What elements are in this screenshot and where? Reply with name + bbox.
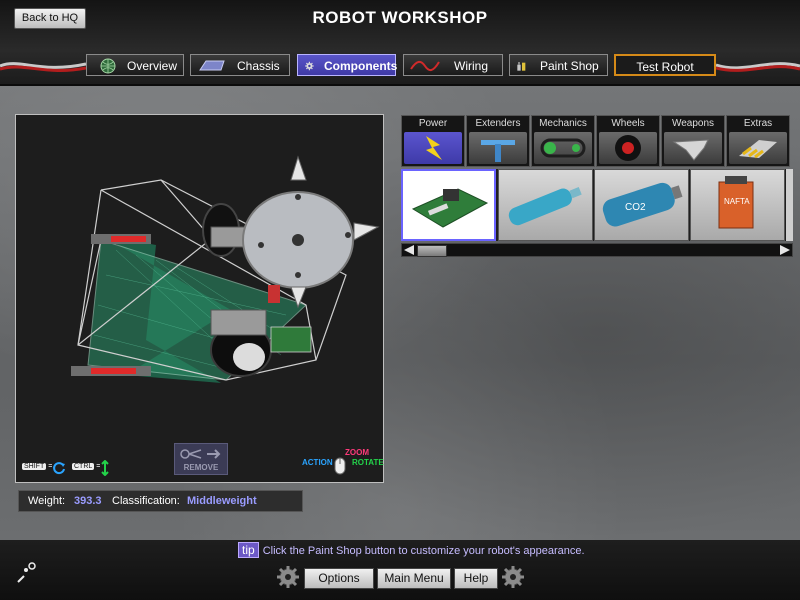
part-item-co2-tank[interactable]: CO2: [594, 169, 689, 241]
co2-tank-icon: CO2: [602, 182, 683, 227]
category-label: Wheels: [611, 118, 645, 129]
category-power[interactable]: Power: [401, 115, 465, 167]
loading-dots-icon: [17, 562, 36, 583]
tab-label: Paint Shop: [540, 59, 599, 73]
battery-box-icon: NAFTA: [718, 176, 754, 229]
tab-paint-shop[interactable]: Paint Shop: [509, 54, 608, 76]
main-menu-button[interactable]: Main Menu: [377, 568, 451, 589]
mouse-icon: [334, 457, 346, 475]
tab-label: Test Robot: [636, 60, 694, 74]
tip-badge: tip: [238, 542, 259, 558]
category-wheels[interactable]: Wheels: [596, 115, 660, 167]
weight-value: 393.3: [74, 495, 102, 507]
tab-wiring[interactable]: Wiring: [403, 54, 503, 76]
tab-overview[interactable]: Overview: [86, 54, 184, 76]
category-label: Extras: [743, 118, 773, 129]
remove-button[interactable]: REMOVE: [174, 443, 228, 475]
category-label: Mechanics: [539, 118, 587, 129]
zoom-label: ZOOM: [345, 448, 369, 457]
options-button[interactable]: Options: [304, 568, 374, 589]
category-extenders[interactable]: Extenders: [466, 115, 530, 167]
blade-icon: [672, 139, 709, 161]
category-mechanics[interactable]: Mechanics: [531, 115, 595, 167]
cable-left-decoration: [0, 62, 86, 73]
tip-line: tip Click the Paint Shop button to custom…: [238, 542, 585, 558]
weight-status-bar: Weight: 393.3 Classification: Middleweig…: [18, 490, 303, 512]
category-icon-box: [534, 132, 592, 164]
weight-label: Weight:: [28, 495, 66, 507]
category-label: Weapons: [671, 118, 715, 129]
cable-right-decoration: [716, 62, 800, 72]
category-weapons[interactable]: Weapons: [661, 115, 725, 167]
globe-icon: [100, 58, 116, 74]
category-icon-box: [469, 132, 527, 164]
classification-value: Middleweight: [187, 495, 257, 507]
lightning-icon: [426, 136, 442, 160]
paint-icon: [517, 62, 526, 71]
vertical-move-icon: [101, 460, 109, 476]
ctrl-key: CTRL: [72, 463, 95, 470]
tab-components[interactable]: Components: [297, 54, 398, 76]
parts-list-overflow: [786, 169, 793, 241]
category-label: Power: [418, 118, 448, 129]
part-item-battery-box[interactable]: NAFTA: [690, 169, 785, 241]
action-label: ACTION: [302, 458, 333, 467]
circuit-board-icon: [411, 188, 489, 228]
battery-label: NAFTA: [724, 197, 750, 206]
parts-scrollbar[interactable]: [401, 243, 793, 257]
help-button[interactable]: Help: [454, 568, 498, 589]
category-label: Extenders: [475, 118, 521, 129]
chain-icon: [540, 138, 586, 158]
tab-label: Components: [324, 59, 398, 73]
tab-test-robot[interactable]: Test Robot: [614, 54, 716, 76]
tab-label: Wiring: [454, 59, 489, 73]
chassis-icon: [199, 60, 225, 71]
tab-chassis[interactable]: Chassis: [190, 54, 290, 76]
wire-icon: [410, 60, 440, 72]
scroll-left-icon[interactable]: [402, 244, 416, 256]
tab-label: Overview: [127, 59, 178, 73]
category-icon-box: [729, 132, 787, 164]
tip-text: Click the Paint Shop button to customize…: [262, 545, 585, 557]
classification-label: Classification:: [112, 495, 180, 507]
shift-key: SHIFT: [22, 463, 47, 470]
scroll-right-icon[interactable]: [778, 244, 792, 256]
gear-icon-right: [502, 566, 524, 588]
shift-key-hint: SHIFT =: [22, 463, 52, 470]
scroll-thumb[interactable]: [417, 245, 447, 257]
tab-label: Chassis: [237, 59, 280, 73]
gear-icon: [305, 61, 314, 71]
robot-3d-viewport[interactable]: REMOVE SHIFT = CTRL = ZOOM ACTION ROTATE: [15, 114, 384, 483]
rotate-icon: [53, 462, 65, 475]
part-item-circuit-board[interactable]: [401, 169, 496, 241]
gear-icon-left: [277, 566, 299, 588]
extras-icon: [739, 140, 777, 159]
wheel-icon: [615, 135, 641, 161]
parts-panel: Power Extenders Mechanics Wheels Weapons…: [401, 115, 793, 260]
page-title: ROBOT WORKSHOP: [312, 8, 488, 27]
category-icon-box: [664, 132, 722, 164]
parts-list: CO2 NAFTA: [401, 169, 793, 241]
header: Back to HQ ROBOT WORKSHOP Overview Chass…: [0, 0, 800, 86]
category-icon-box: [599, 132, 657, 164]
rotate-label: ROTATE: [352, 458, 384, 467]
extender-icon: [481, 140, 515, 162]
robot-model[interactable]: [16, 115, 383, 482]
category-icon-box: [404, 132, 462, 164]
co2-label: CO2: [625, 202, 646, 213]
part-item-cylinder[interactable]: [498, 169, 593, 241]
category-row: Power Extenders Mechanics Wheels Weapons…: [401, 115, 793, 167]
cylinder-icon: [508, 187, 582, 226]
category-extras[interactable]: Extras: [726, 115, 790, 167]
ctrl-key-hint: CTRL =: [72, 463, 100, 470]
scissors-arrow-icon: [180, 449, 221, 459]
remove-label: REMOVE: [183, 463, 219, 472]
